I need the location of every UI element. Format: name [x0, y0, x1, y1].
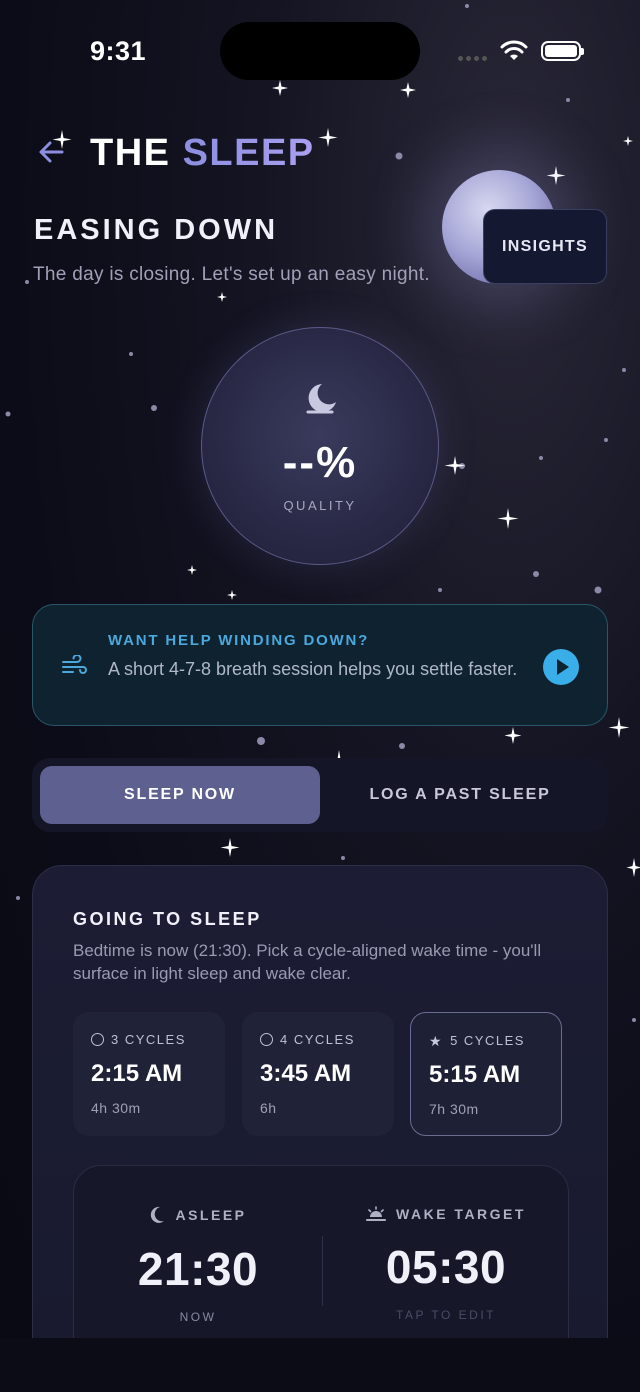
- wifi-icon: [500, 40, 528, 60]
- wind-down-card[interactable]: WANT HELP WINDING DOWN? A short 4-7-8 br…: [32, 604, 608, 726]
- section-subtitle: The day is closing. Let's set up an easy…: [33, 264, 430, 285]
- wake-target-footer: TAP TO EDIT: [396, 1308, 496, 1322]
- battery-icon: [541, 41, 584, 61]
- card-description: Bedtime is now (21:30). Pick a cycle-ali…: [73, 941, 542, 983]
- radio-icon: [260, 1033, 273, 1046]
- asleep-time: 21:30: [137, 1243, 259, 1295]
- sunrise-icon: [366, 1206, 387, 1221]
- cycle-label: 3 CYCLES: [111, 1032, 186, 1047]
- quality-value: --%: [282, 438, 358, 487]
- cycle-duration: 7h 30m: [429, 1101, 479, 1117]
- wind-down-title: WANT HELP WINDING DOWN?: [108, 632, 370, 649]
- play-button[interactable]: [543, 649, 579, 685]
- quality-label: QUALITY: [283, 498, 357, 513]
- asleep-label: ASLEEP: [175, 1207, 247, 1223]
- cycle-option-5[interactable]: ★ 5 CYCLES 5:15 AM 7h 30m: [410, 1012, 562, 1136]
- moon-icon: [151, 1206, 165, 1223]
- card-title: GOING TO SLEEP: [73, 909, 262, 929]
- wake-target-label: WAKE TARGET: [396, 1206, 526, 1222]
- wake-target-column[interactable]: WAKE TARGET 05:30 TAP TO EDIT: [322, 1206, 570, 1322]
- title-part1: THE: [90, 132, 171, 174]
- wake-target-time[interactable]: 05:30: [322, 1240, 570, 1294]
- insights-button[interactable]: INSIGHTS: [483, 209, 607, 284]
- page-title: THE SLEEP: [90, 132, 315, 175]
- cycle-time: 3:45 AM: [260, 1060, 352, 1087]
- asleep-footer: NOW: [179, 1310, 217, 1324]
- sleep-now-tab[interactable]: SLEEP NOW: [40, 766, 320, 824]
- cycle-time: 5:15 AM: [429, 1061, 521, 1088]
- radio-icon: [91, 1033, 104, 1046]
- cycle-label: 4 CYCLES: [280, 1032, 355, 1047]
- bottom-bar: [0, 1338, 640, 1392]
- status-time: 9:31: [90, 36, 147, 66]
- back-arrow-icon[interactable]: [36, 136, 68, 168]
- asleep-column: ASLEEP 21:30 NOW: [74, 1206, 322, 1324]
- sleep-mode-toggle: SLEEP NOW LOG A PAST SLEEP: [32, 758, 608, 832]
- cycle-option-3[interactable]: 3 CYCLES 2:15 AM 4h 30m: [73, 1012, 225, 1136]
- cycle-option-4[interactable]: 4 CYCLES 3:45 AM 6h: [242, 1012, 394, 1136]
- going-to-sleep-card: GOING TO SLEEP Bedtime is now (21:30). P…: [32, 865, 608, 1392]
- star-icon: ★: [429, 1032, 444, 1049]
- cycle-duration: 6h: [260, 1100, 277, 1116]
- status-bar: 9:31: [0, 0, 640, 100]
- log-past-sleep-tab[interactable]: LOG A PAST SLEEP: [320, 766, 600, 824]
- wind-down-description: A short 4-7-8 breath session helps you s…: [108, 659, 518, 679]
- moon-icon: [306, 384, 336, 414]
- wind-icon: [62, 655, 87, 674]
- signal-icon: [458, 56, 487, 61]
- section-heading: EASING DOWN: [34, 214, 279, 246]
- cycle-duration: 4h 30m: [91, 1100, 141, 1116]
- title-part2: SLEEP: [182, 132, 315, 174]
- cycle-label: 5 CYCLES: [450, 1033, 525, 1048]
- cycle-time: 2:15 AM: [91, 1060, 183, 1087]
- dynamic-island: [220, 22, 420, 80]
- quality-dial: --% QUALITY: [201, 327, 439, 565]
